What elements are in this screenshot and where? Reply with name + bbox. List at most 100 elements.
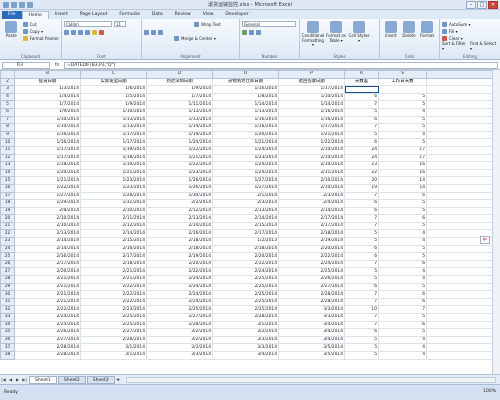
- table-cell[interactable]: 1/2/2013: [212, 237, 279, 246]
- table-cell[interactable]: 2/14/2014: [278, 206, 345, 216]
- table-cell[interactable]: 1/9/2014: [80, 100, 147, 109]
- italic-icon[interactable]: [71, 30, 76, 35]
- table-cell[interactable]: [378, 85, 427, 94]
- insert-function-button[interactable]: fx: [50, 62, 64, 68]
- table-cell[interactable]: 24: [344, 145, 379, 155]
- active-cell[interactable]: [344, 85, 379, 94]
- table-cell[interactable]: 1/10/2014: [80, 107, 147, 117]
- empty-cell[interactable]: [426, 176, 493, 185]
- table-cell[interactable]: 2/10/2014: [278, 176, 345, 185]
- table-cell[interactable]: 7: [344, 221, 379, 231]
- table-cell[interactable]: 1/16/2014: [212, 123, 279, 132]
- wrap-text-button[interactable]: Wrap Text: [194, 21, 237, 28]
- column-title[interactable]: 天数差: [344, 77, 379, 87]
- table-cell[interactable]: 4: [378, 343, 427, 352]
- table-cell[interactable]: 3/3/2014: [278, 305, 345, 314]
- table-cell[interactable]: 2/27/2014: [80, 328, 147, 337]
- table-cell[interactable]: 1/13/2014: [80, 123, 147, 132]
- table-cell[interactable]: 2/10/2014: [278, 161, 345, 170]
- table-cell[interactable]: 4: [378, 229, 427, 239]
- table-cell[interactable]: 2/25/2014: [80, 320, 147, 330]
- table-cell[interactable]: 2/11/2014: [278, 168, 345, 178]
- vertical-scrollbar[interactable]: [492, 70, 500, 374]
- table-cell[interactable]: 4: [378, 130, 427, 140]
- table-cell[interactable]: 1/23/2014: [80, 183, 147, 193]
- align-center-icon[interactable]: [151, 30, 156, 35]
- minimize-button[interactable]: –: [466, 1, 476, 9]
- row-header[interactable]: 32: [0, 305, 15, 314]
- table-cell[interactable]: 2/24/2014: [146, 275, 213, 284]
- table-cell[interactable]: 1/13/2014: [80, 115, 147, 125]
- next-sheet-arrow-icon[interactable]: ▶: [14, 377, 21, 382]
- find-select-button[interactable]: Find & Select ▾: [470, 41, 497, 51]
- row-header[interactable]: 18: [0, 199, 15, 208]
- table-cell[interactable]: 1/28/2014: [80, 191, 147, 201]
- row-header[interactable]: 34: [0, 320, 15, 330]
- table-cell[interactable]: 1/5/2014: [80, 92, 147, 102]
- table-cell[interactable]: 2/22/2014: [146, 267, 213, 277]
- table-cell[interactable]: 2/26/2014: [14, 328, 81, 337]
- table-cell[interactable]: 1/17/2014: [14, 145, 81, 155]
- tab-view[interactable]: View: [197, 11, 220, 19]
- row-header[interactable]: 33: [0, 313, 15, 322]
- table-cell[interactable]: 1/18/2014: [14, 161, 81, 170]
- row-header[interactable]: 36: [0, 335, 15, 345]
- table-cell[interactable]: 2/18/2014: [146, 237, 213, 246]
- table-cell[interactable]: 2/12/2014: [80, 221, 147, 231]
- table-cell[interactable]: 2/26/2014: [278, 275, 345, 284]
- row-header[interactable]: 12: [0, 153, 15, 163]
- column-header[interactable]: B: [14, 70, 81, 79]
- table-cell[interactable]: 23: [344, 161, 379, 170]
- table-cell[interactable]: 5: [378, 252, 427, 261]
- table-cell[interactable]: 2/25/2014: [146, 305, 213, 314]
- table-cell[interactable]: 1/20/2014: [212, 130, 279, 140]
- table-cell[interactable]: 1/17/2014: [80, 130, 147, 140]
- empty-cell[interactable]: [426, 313, 493, 322]
- paste-button[interactable]: Paste: [2, 21, 21, 42]
- table-cell[interactable]: 2/28/2014: [278, 297, 345, 307]
- conditional-formatting-button[interactable]: Conditional Formatting ▾: [302, 21, 324, 58]
- empty-cell[interactable]: [426, 123, 493, 132]
- table-cell[interactable]: 3/4/2014: [212, 350, 279, 360]
- table-cell[interactable]: 20: [344, 176, 379, 185]
- table-cell[interactable]: 2/24/2014: [14, 313, 81, 322]
- table-cell[interactable]: 5: [344, 335, 379, 345]
- format-cells-button[interactable]: Format: [418, 21, 436, 58]
- table-cell[interactable]: 2/20/2014: [212, 252, 279, 261]
- table-cell[interactable]: 4: [378, 107, 427, 117]
- table-cell[interactable]: 2/22/2014: [278, 252, 345, 261]
- column-title[interactable]: 实际发运日期: [80, 77, 147, 87]
- row-header[interactable]: 9: [0, 130, 15, 140]
- table-cell[interactable]: 2/17/2014: [80, 252, 147, 261]
- table-cell[interactable]: 7: [344, 297, 379, 307]
- row-header[interactable]: 21: [0, 221, 15, 231]
- table-cell[interactable]: 1/27/2014: [212, 176, 279, 185]
- table-cell[interactable]: 1/11/2014: [146, 100, 213, 109]
- row-header[interactable]: 19: [0, 206, 15, 216]
- row-header[interactable]: 8: [0, 123, 15, 132]
- table-cell[interactable]: 1/27/2014: [14, 191, 81, 201]
- table-cell[interactable]: 1/16/2014: [14, 130, 81, 140]
- table-cell[interactable]: 1/24/2014: [212, 161, 279, 170]
- table-cell[interactable]: 2/27/2014: [14, 335, 81, 345]
- table-cell[interactable]: 2/25/2014: [278, 267, 345, 277]
- table-cell[interactable]: 2/17/2014: [278, 214, 345, 223]
- row-header[interactable]: 27: [0, 267, 15, 277]
- table-cell[interactable]: 2/24/2014: [212, 267, 279, 277]
- table-cell[interactable]: 1/22/2014: [146, 145, 213, 155]
- empty-cell[interactable]: [426, 138, 493, 147]
- name-box[interactable]: R3: [2, 61, 50, 69]
- table-cell[interactable]: 2/14/2014: [14, 237, 81, 246]
- table-cell[interactable]: 5: [378, 100, 427, 109]
- table-cell[interactable]: 2/23/2014: [80, 305, 147, 314]
- table-cell[interactable]: 2/28/2014: [80, 335, 147, 345]
- table-cell[interactable]: 1/10/2014: [14, 115, 81, 125]
- table-cell[interactable]: 2/10/2014: [14, 221, 81, 231]
- table-cell[interactable]: 2/1/2014: [212, 191, 279, 201]
- empty-cell[interactable]: [426, 252, 493, 261]
- table-cell[interactable]: 2/25/2014: [212, 290, 279, 299]
- column-header[interactable]: S: [378, 70, 427, 79]
- empty-cell[interactable]: [426, 115, 493, 125]
- table-cell[interactable]: 1/14/2014: [146, 123, 213, 132]
- fill-button[interactable]: Fill ▾: [442, 28, 498, 35]
